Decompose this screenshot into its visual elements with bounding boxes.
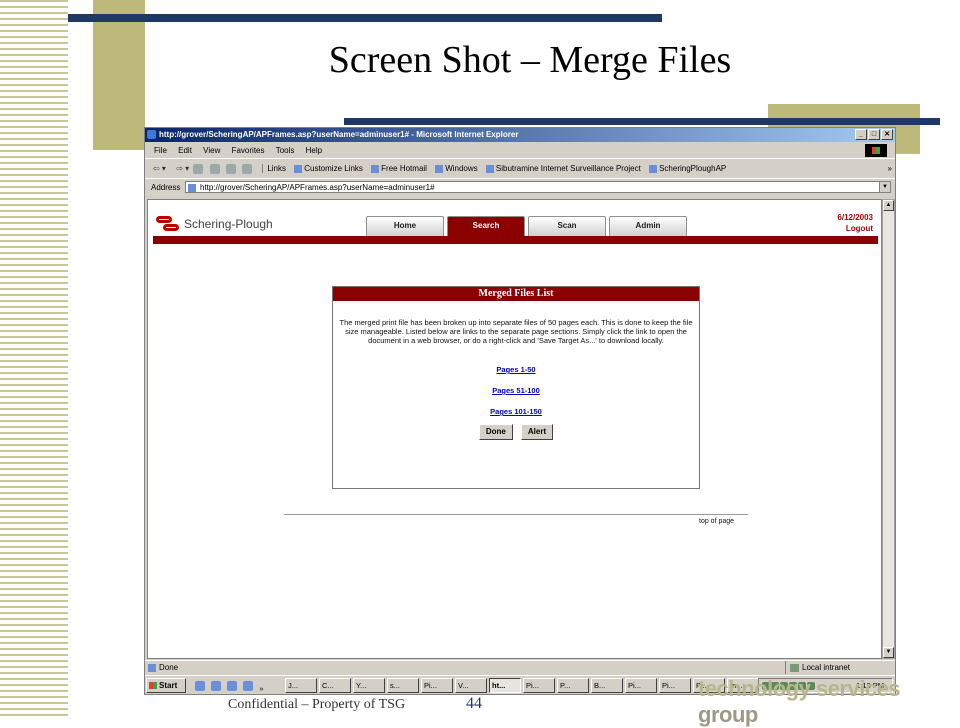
tsg-logo: technology services group bbox=[698, 676, 960, 728]
address-label: Address bbox=[151, 183, 181, 192]
done-button[interactable]: Done bbox=[478, 424, 513, 440]
vertical-scrollbar[interactable]: ▲ ▼ bbox=[882, 199, 895, 659]
window-controls: _ □ ✕ bbox=[855, 129, 893, 140]
pages-link-3[interactable]: Pages 101-150 bbox=[333, 407, 699, 416]
current-date: 6/12/2003 bbox=[837, 213, 873, 222]
menu-help[interactable]: Help bbox=[306, 146, 322, 155]
tab-admin[interactable]: Admin bbox=[609, 216, 687, 236]
confidential-footer: Confidential – Property of TSG bbox=[228, 697, 406, 712]
address-input[interactable]: http://grover/ScheringAP/APFrames.asp?us… bbox=[185, 181, 891, 193]
page-viewport: Schering-Plough Home Search Scan Admin 6… bbox=[147, 199, 882, 659]
quick-launch-more-icon[interactable]: » bbox=[259, 684, 263, 694]
taskbar-button[interactable]: Pi... bbox=[625, 678, 657, 693]
page-number: 44 bbox=[466, 695, 482, 712]
logo-mark-icon bbox=[156, 213, 180, 235]
menu-edit[interactable]: Edit bbox=[178, 146, 192, 155]
decorative-navy-bar bbox=[68, 14, 662, 22]
taskbar-button[interactable]: J... bbox=[285, 678, 317, 693]
menu-favorites[interactable]: Favorites bbox=[232, 146, 265, 155]
ie-icon bbox=[147, 130, 156, 140]
refresh-icon[interactable] bbox=[209, 163, 220, 174]
pages-link-2[interactable]: Pages 51-100 bbox=[333, 386, 699, 395]
tab-scan[interactable]: Scan bbox=[528, 216, 606, 236]
chevron-more-icon[interactable]: » bbox=[888, 160, 892, 178]
home-icon[interactable] bbox=[225, 163, 236, 174]
quick-launch-icon[interactable] bbox=[243, 681, 254, 691]
tab-search[interactable]: Search bbox=[447, 216, 525, 236]
slide-title: Screen Shot – Merge Files bbox=[328, 39, 732, 81]
menu-bar: File Edit View Favorites Tools Help bbox=[145, 143, 895, 159]
taskbar-button[interactable]: Pi... bbox=[523, 678, 555, 693]
taskbar-button[interactable]: s... bbox=[387, 678, 419, 693]
status-bar: Done Local intranet bbox=[145, 660, 895, 674]
taskbar-button[interactable]: P... bbox=[557, 678, 589, 693]
taskbar-button[interactable]: C... bbox=[319, 678, 351, 693]
merged-files-panel: Merged Files List The merged print file … bbox=[332, 286, 700, 489]
nav-tabs: Home Search Scan Admin bbox=[366, 216, 687, 236]
schering-plough-logo: Schering-Plough bbox=[156, 213, 273, 235]
link-windows[interactable]: Windows bbox=[435, 164, 477, 173]
panel-title: Merged Files List bbox=[333, 287, 699, 301]
menu-file[interactable]: File bbox=[154, 146, 167, 155]
logout-link[interactable]: Logout bbox=[846, 224, 873, 233]
panel-message: The merged print file has been broken up… bbox=[339, 318, 693, 345]
taskbar-button[interactable]: V... bbox=[455, 678, 487, 693]
header-divider bbox=[153, 236, 878, 244]
decorative-navy-bar-right bbox=[344, 118, 940, 125]
taskbar-button[interactable]: B... bbox=[591, 678, 623, 693]
window-title: http://grover/ScheringAP/APFrames.asp?us… bbox=[159, 130, 519, 139]
taskbar-button[interactable]: Y... bbox=[353, 678, 385, 693]
decorative-hatch bbox=[0, 0, 68, 720]
browser-titlebar: http://grover/ScheringAP/APFrames.asp?us… bbox=[145, 128, 895, 142]
print-icon[interactable] bbox=[242, 163, 253, 174]
tsg-logo-group: group bbox=[698, 702, 758, 727]
tsg-logo-text: technology services bbox=[698, 676, 901, 701]
taskbar-button[interactable]: Pi... bbox=[659, 678, 691, 693]
forward-button[interactable]: ⇨ ▾ bbox=[176, 164, 189, 173]
status-text: Done bbox=[159, 663, 179, 672]
taskbar-button[interactable]: Pi... bbox=[421, 678, 453, 693]
taskbar-buttons: J... C... Y... s... Pi... V... ht... Pi.… bbox=[285, 678, 759, 693]
alert-button[interactable]: Alert bbox=[520, 424, 554, 440]
link-scheringploughap[interactable]: ScheringPloughAP bbox=[649, 164, 726, 173]
page-status-icon bbox=[148, 663, 156, 672]
quick-launch-icon[interactable] bbox=[195, 681, 205, 691]
panel-buttons: Done Alert bbox=[333, 424, 699, 440]
links-label: Links bbox=[262, 164, 286, 173]
top-of-page-link[interactable]: top of page bbox=[699, 518, 734, 525]
taskbar-button-active[interactable]: ht... bbox=[489, 678, 521, 693]
decorative-olive-block bbox=[93, 0, 145, 150]
chevron-down-icon[interactable]: ▼ bbox=[879, 182, 890, 192]
address-bar: Address http://grover/ScheringAP/APFrame… bbox=[145, 179, 895, 196]
quick-launch: » bbox=[195, 681, 268, 694]
quick-launch-icon[interactable] bbox=[211, 681, 222, 691]
link-customize-links[interactable]: Customize Links bbox=[294, 164, 363, 173]
maximize-button[interactable]: □ bbox=[868, 129, 880, 140]
tab-home[interactable]: Home bbox=[366, 216, 444, 236]
security-zone: Local intranet bbox=[785, 661, 850, 674]
minimize-button[interactable]: _ bbox=[855, 129, 867, 140]
scroll-up-icon[interactable]: ▲ bbox=[883, 200, 894, 211]
browser-toolbar: ⇦ ▾ ⇨ ▾ Links Customize Links Free Hotma… bbox=[145, 160, 895, 179]
close-button[interactable]: ✕ bbox=[881, 129, 893, 140]
address-value: http://grover/ScheringAP/APFrames.asp?us… bbox=[200, 183, 435, 192]
quick-launch-icon[interactable] bbox=[227, 681, 238, 691]
menu-tools[interactable]: Tools bbox=[276, 146, 295, 155]
windows-logo-icon bbox=[865, 144, 887, 157]
brand-name: Schering-Plough bbox=[184, 217, 273, 231]
footer-divider bbox=[284, 514, 748, 515]
back-button[interactable]: ⇦ ▾ bbox=[153, 164, 166, 173]
pages-link-1[interactable]: Pages 1-50 bbox=[333, 365, 699, 374]
browser-window: http://grover/ScheringAP/APFrames.asp?us… bbox=[144, 127, 896, 695]
start-button[interactable]: Start bbox=[146, 678, 186, 693]
stop-icon[interactable] bbox=[193, 163, 204, 174]
link-free-hotmail[interactable]: Free Hotmail bbox=[371, 164, 427, 173]
link-sibutramine[interactable]: Sibutramine Internet Surveillance Projec… bbox=[486, 164, 641, 173]
menu-view[interactable]: View bbox=[203, 146, 220, 155]
scroll-down-icon[interactable]: ▼ bbox=[883, 647, 894, 658]
